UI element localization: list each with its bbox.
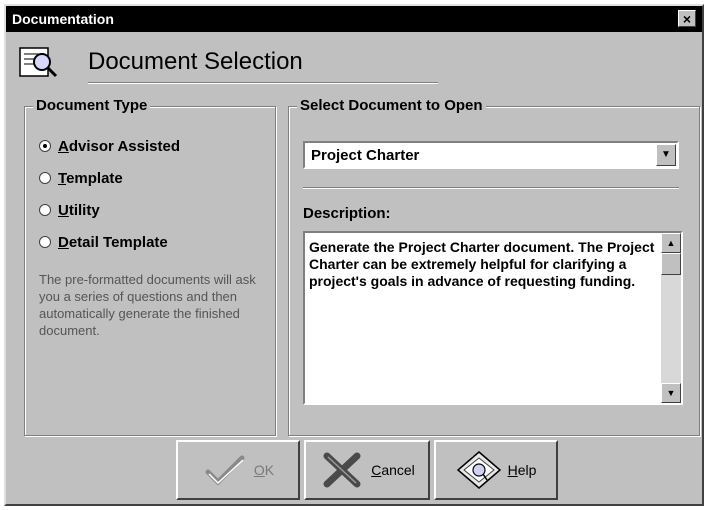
window-title: Documentation: [12, 11, 114, 27]
radio-label: Detail Template: [58, 233, 168, 251]
close-button[interactable]: ×: [678, 10, 696, 27]
cancel-label: Cancel: [371, 462, 415, 478]
select-document-label: Select Document to Open: [297, 97, 486, 114]
radio-template[interactable]: Template: [39, 167, 123, 189]
help-book-icon: [456, 451, 501, 489]
radio-utility[interactable]: Utility: [39, 199, 100, 221]
help-button[interactable]: Help: [434, 440, 558, 500]
document-dropdown[interactable]: Project Charter ▼: [303, 141, 679, 169]
section-divider: [303, 187, 679, 189]
document-type-label: Document Type: [33, 97, 151, 114]
description-textbox[interactable]: Generate the Project Charter document. T…: [303, 231, 683, 405]
page-title: Document Selection: [88, 48, 303, 75]
document-magnifier-icon: [19, 47, 58, 78]
description-text: Generate the Project Charter document. T…: [309, 239, 655, 289]
radio-indicator[interactable]: [39, 204, 51, 216]
ok-button[interactable]: OK: [176, 440, 300, 500]
document-type-description: The pre-formatted documents will ask you…: [39, 272, 256, 338]
documentation-dialog: Documentation × Document Selection Docum…: [4, 4, 704, 506]
radio-indicator[interactable]: [39, 172, 51, 184]
header-divider: [88, 82, 438, 84]
ok-label: OK: [253, 462, 275, 478]
radio-indicator[interactable]: [39, 236, 51, 248]
scroll-thumb[interactable]: [661, 253, 681, 275]
chevron-down-icon[interactable]: ▼: [656, 144, 676, 166]
dropdown-selected-value: Project Charter: [311, 147, 420, 164]
vertical-scrollbar[interactable]: ▲ ▼: [661, 233, 681, 403]
help-label: Help: [507, 462, 537, 478]
radio-label: Utility: [58, 201, 100, 219]
radio-advisor-assisted[interactable]: Advisor Assisted: [39, 135, 180, 157]
description-label: Description:: [303, 205, 391, 222]
radio-detail-template[interactable]: Detail Template: [39, 231, 168, 253]
x-mark-icon: [323, 452, 361, 488]
scroll-down-arrow-icon[interactable]: ▼: [661, 383, 681, 403]
scroll-up-arrow-icon[interactable]: ▲: [661, 233, 681, 253]
document-type-group: Document Type Advisor Assisted Template …: [24, 97, 276, 436]
radio-label: Template: [58, 169, 123, 187]
cancel-button[interactable]: Cancel: [304, 440, 430, 500]
radio-selected-indicator[interactable]: [39, 140, 51, 152]
title-bar[interactable]: Documentation ×: [6, 6, 702, 32]
radio-label: Advisor Assisted: [58, 137, 180, 155]
checkmark-icon: [205, 455, 245, 486]
select-document-group: Select Document to Open Project Charter …: [288, 97, 700, 436]
